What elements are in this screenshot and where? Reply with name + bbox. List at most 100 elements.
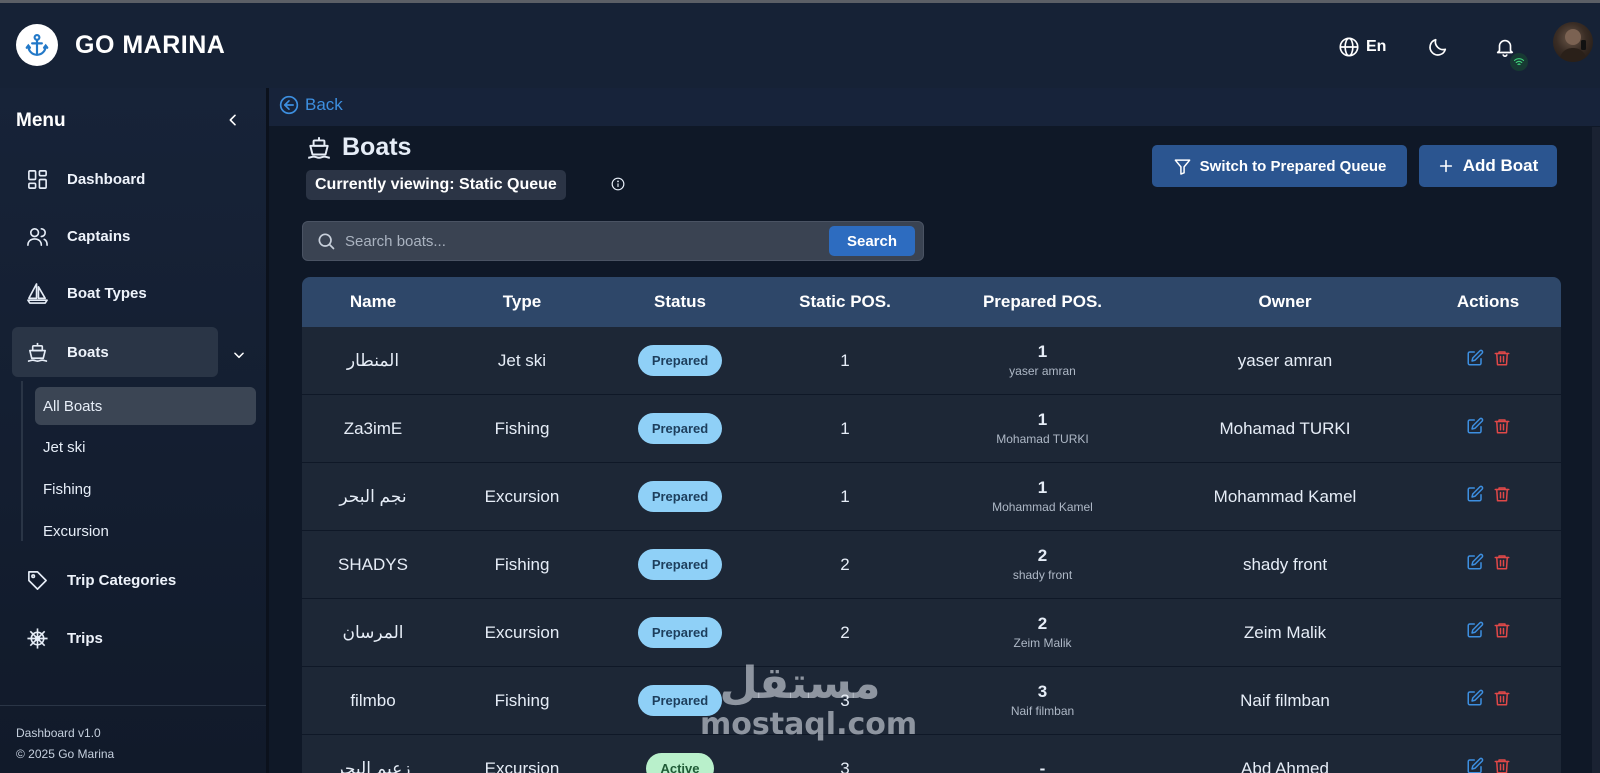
version-label: Dashboard v1.0 <box>16 726 101 740</box>
status-cell: Active <box>600 753 760 773</box>
boat-owner: shady front <box>1242 554 1328 574</box>
sidebar-item-label: Trip Categories <box>67 571 177 589</box>
search-input[interactable] <box>345 230 815 252</box>
table-row[interactable]: المرسان Excursion Prepared 2 2 Zeim Malik Zeim… <box>302 599 1561 667</box>
prepared-pos: 3 <box>1037 681 1048 701</box>
row-actions <box>1415 553 1561 576</box>
boat-name: زعيم البحر <box>335 758 411 773</box>
edit-icon[interactable] <box>1466 689 1484 712</box>
sidebar-subitem-all-boats[interactable]: All Boats <box>35 387 256 425</box>
status-badge: Prepared <box>637 685 723 716</box>
static-pos: 2 <box>840 554 850 574</box>
sidebar-item-trip-categories[interactable]: Trip Categories <box>12 555 218 605</box>
prepared-pos: 1 <box>1037 477 1048 497</box>
row-actions <box>1415 689 1561 712</box>
edit-icon[interactable] <box>1466 553 1484 576</box>
sidebar-item-dashboard[interactable]: Dashboard <box>12 154 218 204</box>
brand-name[interactable]: GO MARINA <box>75 31 225 60</box>
column-header-static-pos[interactable]: Static POS. <box>760 292 930 312</box>
trash-icon[interactable] <box>1493 689 1511 712</box>
boat-owner: Abd Ahmed <box>1241 758 1329 773</box>
scrollbar[interactable] <box>1592 127 1600 773</box>
back-link[interactable]: Back <box>279 95 343 115</box>
sidebar-item-boat-types[interactable]: Boat Types <box>12 268 218 318</box>
trash-icon[interactable] <box>1493 621 1511 644</box>
avatar[interactable] <box>1553 22 1593 62</box>
sidebar-item-captains[interactable]: Captains <box>12 211 218 261</box>
static-pos: 1 <box>840 486 850 506</box>
status-badge: Prepared <box>637 617 723 648</box>
prepared-pos: 1 <box>1037 409 1048 429</box>
sidebar-subitem-excursion[interactable]: Excursion <box>35 512 256 550</box>
trash-icon[interactable] <box>1493 553 1511 576</box>
column-header-type[interactable]: Type <box>444 292 600 312</box>
ship-icon <box>308 136 330 159</box>
trash-icon[interactable] <box>1493 417 1511 440</box>
language-switcher[interactable]: En <box>1338 36 1386 58</box>
status-cell: Prepared <box>600 549 760 580</box>
prepared-pos-cell: - <box>930 759 1155 773</box>
switch-queue-button[interactable]: Switch to Prepared Queue <box>1152 145 1407 187</box>
menu-title: Menu <box>16 110 66 131</box>
search-button[interactable]: Search <box>829 226 915 256</box>
table-row[interactable]: زعيم البحر Excursion Active 3 - Abd Ahmed <box>302 735 1561 773</box>
column-header-owner[interactable]: Owner <box>1155 292 1415 312</box>
boat-name: SHADYS <box>338 554 408 574</box>
boat-owner: yaser amran <box>1237 350 1333 370</box>
anchor-icon[interactable] <box>16 24 58 66</box>
boat-name: المرسان <box>342 622 404 642</box>
boat-name: نجم البحر <box>339 486 407 506</box>
prepared-by: Mohammad Kamel <box>992 499 1093 514</box>
add-boat-button[interactable]: Add Boat <box>1419 145 1557 187</box>
status-cell: Prepared <box>600 345 760 376</box>
trash-icon[interactable] <box>1493 757 1511 773</box>
sidebar-subitem-fishing[interactable]: Fishing <box>35 470 256 508</box>
prepared-pos-cell: 2 shady front <box>930 546 1155 584</box>
trash-icon[interactable] <box>1493 349 1511 372</box>
table-row[interactable]: نجم البحر Excursion Prepared 1 1 Mohammad Kam… <box>302 463 1561 531</box>
back-label: Back <box>305 95 343 114</box>
column-header-name[interactable]: Name <box>302 292 444 312</box>
edit-icon[interactable] <box>1466 485 1484 508</box>
sidebar-item-trips[interactable]: Trips <box>12 613 218 663</box>
edit-icon[interactable] <box>1466 349 1484 372</box>
status-cell: Prepared <box>600 481 760 512</box>
wifi-icon <box>1508 51 1530 73</box>
prepared-pos: 2 <box>1037 613 1048 633</box>
page-title: Boats <box>306 133 411 162</box>
back-bar <box>269 88 1600 126</box>
edit-icon[interactable] <box>1466 757 1484 773</box>
row-actions <box>1415 621 1561 644</box>
sidebar-subitem-jet-ski[interactable]: Jet ski <box>35 428 256 466</box>
boat-type: Excursion <box>484 622 560 642</box>
column-header-prepared-pos[interactable]: Prepared POS. <box>930 292 1155 312</box>
status-cell: Prepared <box>600 617 760 648</box>
boat-owner: Zeim Malik <box>1243 622 1327 642</box>
search-bar: Search <box>302 221 924 261</box>
sidebar-item-label: Dashboard <box>67 170 146 188</box>
edit-icon[interactable] <box>1466 621 1484 644</box>
boat-owner: Mohammad Kamel <box>1213 486 1357 506</box>
boat-type: Fishing <box>494 554 550 574</box>
moon-icon[interactable] <box>1427 36 1449 63</box>
column-header-status[interactable]: Status <box>600 292 760 312</box>
table-row[interactable]: filmbo Fishing Prepared 3 3 Naif filmban Naif … <box>302 667 1561 735</box>
edit-icon[interactable] <box>1466 417 1484 440</box>
table-header: Name Type Status Static POS. Prepared PO… <box>302 277 1561 327</box>
table-row[interactable]: Za3imE Fishing Prepared 1 1 Mohamad TURKI Moha… <box>302 395 1561 463</box>
table-row[interactable]: SHADYS Fishing Prepared 2 2 shady front shady … <box>302 531 1561 599</box>
boat-type: Excursion <box>484 486 560 506</box>
switch-queue-label: Switch to Prepared Queue <box>1199 157 1387 175</box>
status-cell: Prepared <box>600 685 760 716</box>
chevron-down-icon[interactable] <box>232 348 246 367</box>
users-icon <box>25 224 49 248</box>
sidebar-item-boats[interactable]: Boats <box>12 327 218 377</box>
table-row[interactable]: المنطار Jet ski Prepared 1 1 yaser amran yaser… <box>302 327 1561 395</box>
boat-name: filmbo <box>350 690 396 710</box>
prepared-pos: 1 <box>1037 341 1048 361</box>
prepared-pos: - <box>1039 758 1046 773</box>
trash-icon[interactable] <box>1493 485 1511 508</box>
info-icon[interactable] <box>611 177 625 196</box>
status-badge: Prepared <box>637 345 723 376</box>
chevron-left-icon[interactable] <box>225 112 241 133</box>
